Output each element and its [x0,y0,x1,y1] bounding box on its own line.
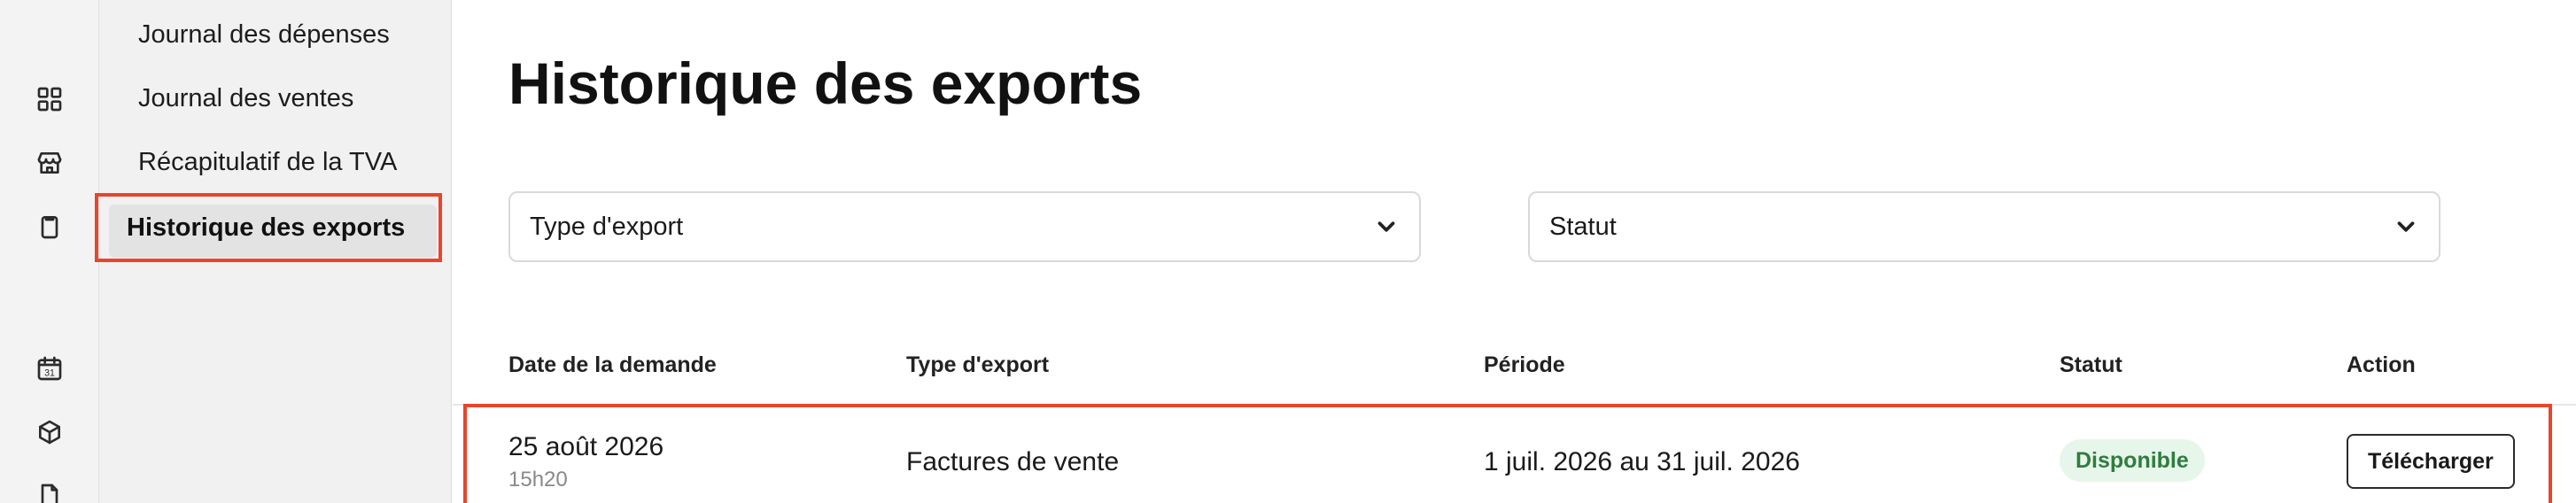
row-period: 1 juil. 2026 au 31 juil. 2026 [1484,447,1800,476]
chevron-down-icon [1373,213,1400,240]
subnav-item-historique-exports[interactable]: Historique des exports [95,193,442,262]
icon-rail: 31 [0,0,99,503]
subnav-item-label: Récapitulatif de la TVA [138,147,398,176]
document-icon[interactable] [32,478,67,503]
column-header-date[interactable]: Date de la demande [508,352,717,378]
column-header-action: Action [2347,352,2416,377]
row-date: 25 août 2026 [508,432,664,461]
clipboard-icon[interactable] [32,209,67,244]
main-content: Historique des exports Type d'export Sta… [453,0,2576,503]
status-badge: Disponible [2060,439,2205,482]
dashboard-grid-icon[interactable] [32,81,67,117]
subnav-item-recapitulatif-tva[interactable]: Récapitulatif de la TVA [128,138,407,186]
subnav-item-label: Historique des exports [127,213,406,242]
status-select-label: Statut [1549,212,1617,241]
box-icon[interactable] [32,414,67,450]
store-icon[interactable] [32,145,67,181]
subnav-item-journal-depenses[interactable]: Journal des dépenses [128,11,400,58]
download-button[interactable]: Télécharger [2347,434,2515,489]
row-export-type: Factures de vente [906,447,1120,476]
subnav-item-journal-ventes[interactable]: Journal des ventes [128,74,364,122]
svg-text:31: 31 [44,368,55,379]
column-header-period[interactable]: Période [1484,352,1565,378]
export-type-select[interactable]: Type d'export [508,191,1421,262]
page-title: Historique des exports [508,50,1143,116]
export-type-select-label: Type d'export [530,212,684,241]
subnav-item-label: Journal des ventes [138,83,354,112]
status-select[interactable]: Statut [1528,191,2440,262]
subnav-item-label: Journal des dépenses [138,19,390,49]
calendar-icon[interactable]: 31 [32,351,67,386]
column-header-export-type[interactable]: Type d'export [906,352,1049,378]
chevron-down-icon [2393,213,2419,240]
row-time: 15h20 [508,468,568,491]
column-header-status[interactable]: Statut [2060,352,2122,378]
